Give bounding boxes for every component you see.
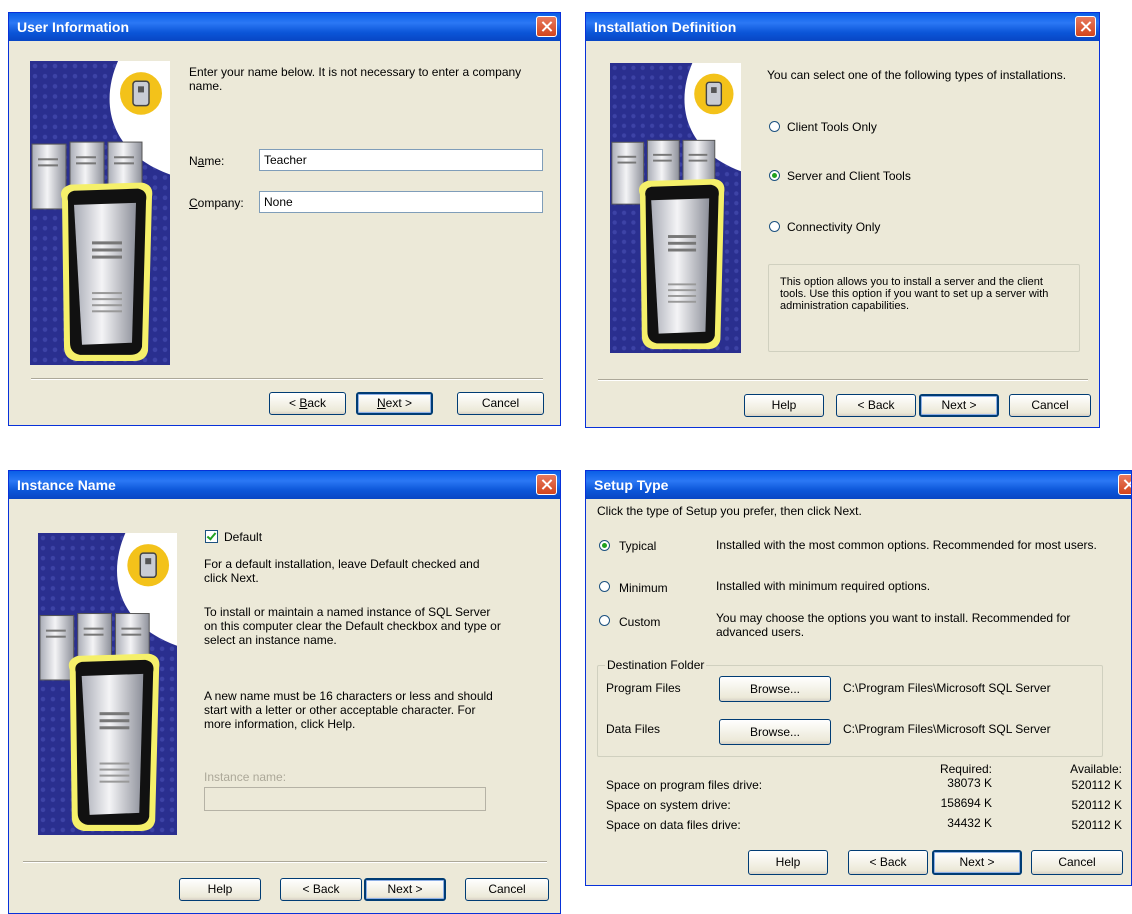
- next-button[interactable]: Next >: [356, 392, 433, 415]
- next-button[interactable]: Next >: [919, 394, 999, 417]
- name-field[interactable]: Teacher: [259, 149, 543, 171]
- separator: [23, 861, 547, 863]
- close-icon[interactable]: [1118, 474, 1131, 495]
- company-field[interactable]: None: [259, 191, 543, 213]
- dialog-title: Installation Definition: [594, 19, 737, 35]
- space-row-required: 158694 K: [940, 796, 992, 810]
- dialog-title: Setup Type: [594, 477, 669, 493]
- default-checkbox[interactable]: [205, 530, 218, 543]
- space-row-available: 520112 K: [1071, 818, 1123, 832]
- space-row-required: 34432 K: [947, 816, 992, 830]
- back-button[interactable]: < Back: [848, 850, 928, 875]
- dialog-title: User Information: [17, 19, 130, 35]
- server-and-client-tools-label[interactable]: Server and Client Tools: [787, 169, 911, 183]
- connectivity-only-label[interactable]: Connectivity Only: [787, 220, 880, 234]
- intro-text: You can select one of the following type…: [767, 68, 1067, 82]
- available-header: Available:: [1070, 762, 1122, 776]
- name-rules-text: A new name must be 16 characters or less…: [204, 689, 493, 731]
- title-bar[interactable]: User Information: [9, 13, 560, 41]
- back-button[interactable]: < Back: [269, 392, 346, 415]
- space-row-available: 520112 K: [1071, 778, 1123, 792]
- intro-text: Click the type of Setup you prefer, then…: [597, 504, 862, 518]
- cancel-button[interactable]: Cancel: [1031, 850, 1123, 875]
- title-bar[interactable]: Setup Type: [586, 471, 1131, 499]
- data-files-label: Data Files: [606, 722, 661, 736]
- space-row-required: 38073 K: [947, 776, 992, 790]
- minimum-description: Installed with minimum required options.: [716, 579, 931, 593]
- description-text: Enter your name below. It is not necessa…: [189, 65, 522, 93]
- typical-label[interactable]: Typical: [619, 539, 656, 553]
- instance-name-dialog: Instance Name Default For a default inst…: [8, 470, 561, 914]
- help-button[interactable]: Help: [748, 850, 828, 875]
- separator: [598, 379, 1088, 381]
- space-row-label: Space on program files drive:: [606, 778, 763, 792]
- separator: [31, 378, 543, 380]
- dialog-title: Instance Name: [17, 477, 116, 493]
- required-header: Required:: [939, 762, 992, 776]
- server-illustration: [610, 63, 741, 353]
- next-button[interactable]: Next >: [364, 878, 446, 901]
- server-and-client-tools-radio[interactable]: [769, 170, 780, 181]
- installation-definition-dialog: Installation Definition You can select o…: [585, 12, 1100, 428]
- data-files-path: C:\Program Files\Microsoft SQL Server: [843, 722, 1051, 736]
- cancel-button[interactable]: Cancel: [1009, 394, 1091, 417]
- client-tools-only-radio[interactable]: [769, 121, 780, 132]
- instance-name-label: Instance name:: [204, 770, 287, 784]
- custom-radio[interactable]: [599, 615, 610, 626]
- data-files-browse-button[interactable]: Browse...: [719, 719, 831, 745]
- option-description-box: This option allows you to install a serv…: [768, 264, 1080, 352]
- space-row-label: Space on system drive:: [606, 798, 731, 812]
- space-row-label: Space on data files drive:: [606, 818, 741, 832]
- title-bar[interactable]: Installation Definition: [586, 13, 1099, 41]
- next-button[interactable]: Next >: [932, 850, 1022, 875]
- typical-description: Installed with the most common options. …: [716, 538, 1097, 552]
- title-bar[interactable]: Instance Name: [9, 471, 560, 499]
- client-tools-only-label[interactable]: Client Tools Only: [787, 120, 877, 134]
- cancel-button[interactable]: Cancel: [465, 878, 549, 901]
- program-files-label: Program Files: [606, 681, 681, 695]
- connectivity-only-radio[interactable]: [769, 221, 780, 232]
- default-instructions: For a default installation, leave Defaul…: [204, 557, 480, 585]
- program-files-path: C:\Program Files\Microsoft SQL Server: [843, 681, 1051, 695]
- custom-label[interactable]: Custom: [619, 615, 660, 629]
- instance-name-field[interactable]: [204, 787, 486, 811]
- back-button[interactable]: < Back: [836, 394, 916, 417]
- custom-description: You may choose the options you want to i…: [716, 611, 1071, 639]
- help-button[interactable]: Help: [744, 394, 824, 417]
- user-information-dialog: User Information Enter your name below. …: [8, 12, 561, 426]
- default-label[interactable]: Default: [224, 530, 262, 544]
- minimum-label[interactable]: Minimum: [619, 581, 668, 595]
- close-icon[interactable]: [1075, 16, 1096, 37]
- minimum-radio[interactable]: [599, 581, 610, 592]
- close-icon[interactable]: [536, 16, 557, 37]
- close-icon[interactable]: [536, 474, 557, 495]
- server-illustration: [38, 533, 177, 835]
- space-row-available: 520112 K: [1071, 798, 1123, 812]
- server-illustration: [30, 61, 170, 365]
- destination-folder-group: [597, 665, 1103, 757]
- back-button[interactable]: < Back: [280, 878, 362, 901]
- typical-radio[interactable]: [599, 540, 610, 551]
- cancel-button[interactable]: Cancel: [457, 392, 544, 415]
- setup-type-dialog: Setup Type Click the type of Setup you p…: [585, 470, 1132, 886]
- option-description-text: This option allows you to install a serv…: [780, 276, 1049, 312]
- help-button[interactable]: Help: [179, 878, 261, 901]
- name-label: Name:: [189, 154, 225, 168]
- named-instance-instructions: To install or maintain a named instance …: [204, 605, 501, 647]
- company-label: Company:: [189, 196, 244, 210]
- destination-folder-label: Destination Folder: [605, 658, 707, 672]
- program-files-browse-button[interactable]: Browse...: [719, 676, 831, 702]
